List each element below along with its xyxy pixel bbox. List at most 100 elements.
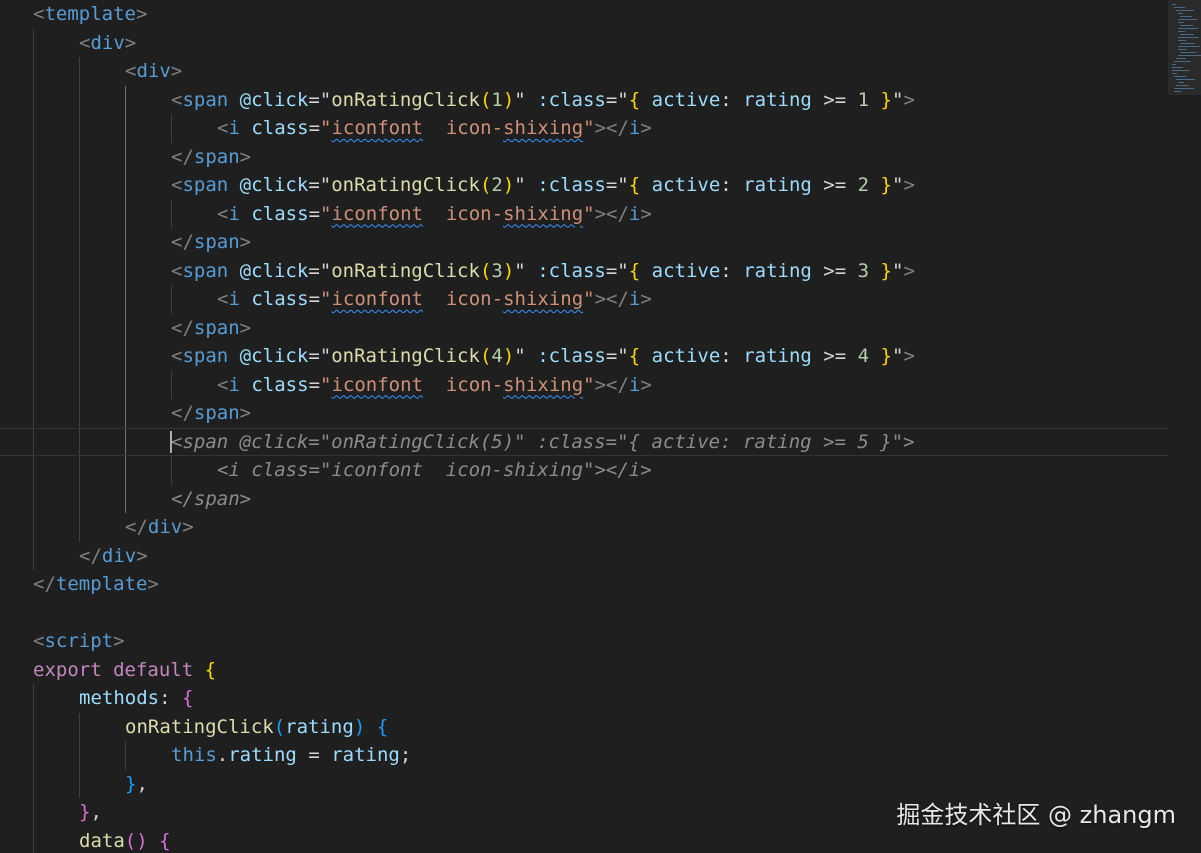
code-text: </span> <box>171 485 251 514</box>
code-line[interactable]: </span> <box>0 228 1168 257</box>
code-token: >= <box>823 174 847 196</box>
code-token: span <box>193 316 240 339</box>
code-line[interactable]: </div> <box>0 541 1168 570</box>
code-line[interactable]: <script> <box>0 627 1168 656</box>
code-line[interactable]: </span> <box>0 399 1168 428</box>
code-token: > <box>124 31 137 54</box>
code-line[interactable]: <span @click="onRatingClick(2)" :class="… <box>0 171 1168 200</box>
code-line[interactable]: </span> <box>0 313 1168 342</box>
code-line[interactable]: </template> <box>0 570 1168 599</box>
indent-guide <box>33 741 34 770</box>
code-line[interactable]: export default { <box>0 656 1168 685</box>
code-token: { <box>376 715 389 738</box>
code-token: ></ <box>594 288 629 310</box>
code-line[interactable]: methods: { <box>0 684 1168 713</box>
code-token: i <box>628 373 641 396</box>
minimap-line <box>1176 85 1189 86</box>
minimap[interactable] <box>1168 0 1201 853</box>
code-line[interactable]: <div> <box>0 28 1168 58</box>
ghost-suggestion-text: <span @click="onRatingClick(5)" :class="… <box>171 430 915 453</box>
code-token: @click <box>239 174 309 196</box>
indent-guide <box>79 741 80 770</box>
indent-guide <box>171 285 172 314</box>
code-token: : <box>720 259 732 282</box>
indent-guide <box>33 399 34 428</box>
code-token: = <box>308 288 321 310</box>
code-token: " <box>514 88 526 111</box>
code-line[interactable]: <span @click="onRatingClick(3)" :class="… <box>0 256 1168 285</box>
code-line[interactable]: onRatingClick(rating) { <box>0 712 1168 741</box>
minimap-slider[interactable] <box>1168 0 1201 95</box>
code-line[interactable]: <i class="iconfont icon-shixing"></i> <box>0 285 1168 314</box>
code-text: <div> <box>79 29 136 58</box>
code-token: > <box>136 544 148 567</box>
indent-guide <box>79 171 80 200</box>
code-line[interactable]: </span> <box>0 142 1168 172</box>
code-token: 1 <box>491 88 503 111</box>
code-text: </span> <box>171 143 251 172</box>
code-text: <i class="iconfont icon-shixing"></i> <box>217 456 652 485</box>
code-line[interactable]: </span> <box>0 484 1168 514</box>
code-text: <i class="iconfont icon-shixing"></i> <box>217 114 652 143</box>
code-line[interactable]: <span @click="onRatingClick(5)" :class="… <box>0 427 1168 456</box>
code-line[interactable]: <i class="iconfont icon-shixing"></i> <box>0 370 1168 399</box>
code-line[interactable]: }, <box>0 769 1168 798</box>
code-line[interactable] <box>0 599 1168 628</box>
code-line[interactable]: <i class="iconfont icon-shixing"></i> <box>0 199 1168 228</box>
code-line[interactable]: </div> <box>0 513 1168 542</box>
code-text: export default { <box>33 656 216 685</box>
code-token: icon- <box>422 373 504 396</box>
code-line[interactable]: <template> <box>0 0 1168 29</box>
code-line[interactable]: <span @click="onRatingClick(1)" :class="… <box>0 85 1168 114</box>
indent-guide <box>171 199 172 228</box>
code-token: rating <box>285 715 354 738</box>
minimap-line <box>1176 10 1194 11</box>
code-token: > <box>147 573 159 595</box>
code-token: > <box>640 288 652 310</box>
code-token: </ <box>125 516 148 538</box>
code-text: </div> <box>125 513 194 542</box>
code-line[interactable]: <div> <box>0 57 1168 86</box>
code-token: rating <box>228 744 297 766</box>
code-token: i <box>228 202 240 225</box>
code-token: = <box>605 345 618 367</box>
code-token: ( <box>479 174 492 196</box>
code-token: 3 <box>491 259 503 282</box>
code-line[interactable]: <i class="iconfont icon-shixing"></i> <box>0 456 1168 485</box>
indent-guide <box>79 712 80 741</box>
code-token: } <box>880 259 892 282</box>
code-token: = <box>605 88 618 111</box>
code-token: } <box>125 772 137 795</box>
code-line[interactable]: <i class="iconfont icon-shixing"></i> <box>0 114 1168 143</box>
code-line[interactable]: data() { <box>0 826 1168 853</box>
code-line[interactable]: this.rating = rating; <box>0 741 1168 770</box>
code-token: } <box>880 345 892 367</box>
code-token: :class <box>537 88 606 111</box>
code-token: ></ <box>594 373 629 396</box>
code-token: " <box>617 174 629 196</box>
code-token: < <box>171 174 183 196</box>
indent-guide <box>79 513 80 542</box>
code-token: span <box>182 174 229 196</box>
code-token: > <box>640 202 652 225</box>
code-editor[interactable]: <template> <div> <div> <span @click="onRati… <box>0 0 1168 853</box>
code-token: onRatingClick <box>125 715 274 738</box>
minimap-line <box>1178 46 1200 47</box>
code-token: icon- <box>422 117 504 139</box>
code-token: } <box>880 174 892 196</box>
code-token: > <box>170 60 183 82</box>
minimap-line <box>1180 52 1196 53</box>
code-line[interactable]: <span @click="onRatingClick(4)" :class="… <box>0 342 1168 371</box>
code-token: : <box>720 174 732 196</box>
code-token: ) <box>502 259 515 282</box>
